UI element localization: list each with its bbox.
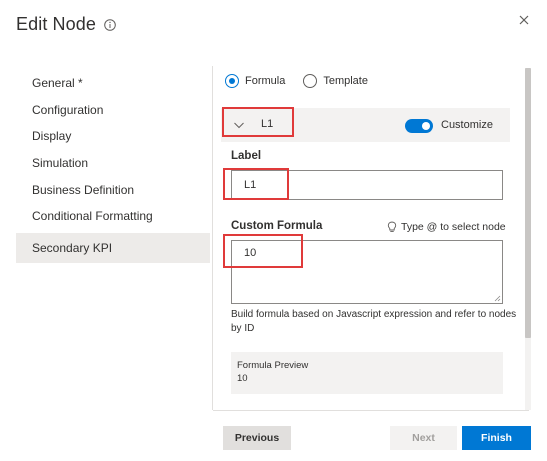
highlight-box — [223, 234, 303, 268]
template-radio[interactable] — [303, 74, 318, 88]
formula-hint: Type @ to select node — [387, 221, 506, 233]
nav-item-configuration[interactable]: Configuration — [16, 97, 210, 124]
formula-help-text: Build formula based on Javascript expres… — [231, 309, 517, 334]
nav-item-display[interactable]: Display — [16, 123, 210, 150]
formula-preview: Formula Preview 10 — [231, 352, 503, 394]
lightbulb-icon — [387, 221, 397, 232]
kpi-section-header: L1 Customize — [221, 107, 510, 142]
highlight-box — [223, 168, 289, 200]
dialog-title: Edit Node — [16, 14, 96, 34]
finish-button[interactable]: Finish — [462, 426, 531, 450]
nav-item-business-definition[interactable]: Business Definition — [16, 177, 210, 204]
info-icon[interactable] — [104, 18, 116, 31]
formula-preview-title: Formula Preview — [237, 360, 309, 371]
edit-node-dialog: Edit Node General * Configuration Displa… — [0, 0, 547, 461]
customize-label: Customize — [441, 119, 493, 131]
customize-toggle[interactable] — [405, 119, 433, 133]
secondary-kpi-panel: Formula Template L1 Customize Label Cust… — [213, 66, 529, 410]
previous-button[interactable]: Previous — [223, 426, 291, 450]
formula-hint-text: Type @ to select node — [401, 221, 506, 233]
formula-radio[interactable] — [225, 74, 239, 88]
footer-divider — [213, 410, 529, 411]
resize-grip-icon[interactable] — [493, 294, 501, 302]
nav-item-secondary-kpi[interactable]: Secondary KPI — [16, 233, 210, 264]
label-field-label: Label — [231, 150, 262, 162]
template-radio-label: Template — [323, 75, 368, 87]
highlight-box — [222, 107, 294, 137]
nav-item-general[interactable]: General * — [16, 70, 210, 97]
scrollbar-thumb[interactable] — [525, 68, 531, 338]
formula-preview-value: 10 — [237, 373, 248, 384]
formula-radio-label: Formula — [245, 75, 286, 87]
settings-nav: General * Configuration Display Simulati… — [16, 70, 210, 264]
dialog-header: Edit Node — [16, 14, 116, 35]
next-button[interactable]: Next — [390, 426, 457, 450]
nav-item-conditional-formatting[interactable]: Conditional Formatting — [16, 203, 210, 230]
mode-radio-group: Formula Template — [225, 74, 386, 88]
custom-formula-label: Custom Formula — [231, 220, 323, 232]
nav-item-simulation[interactable]: Simulation — [16, 150, 210, 177]
close-icon[interactable] — [516, 12, 532, 28]
